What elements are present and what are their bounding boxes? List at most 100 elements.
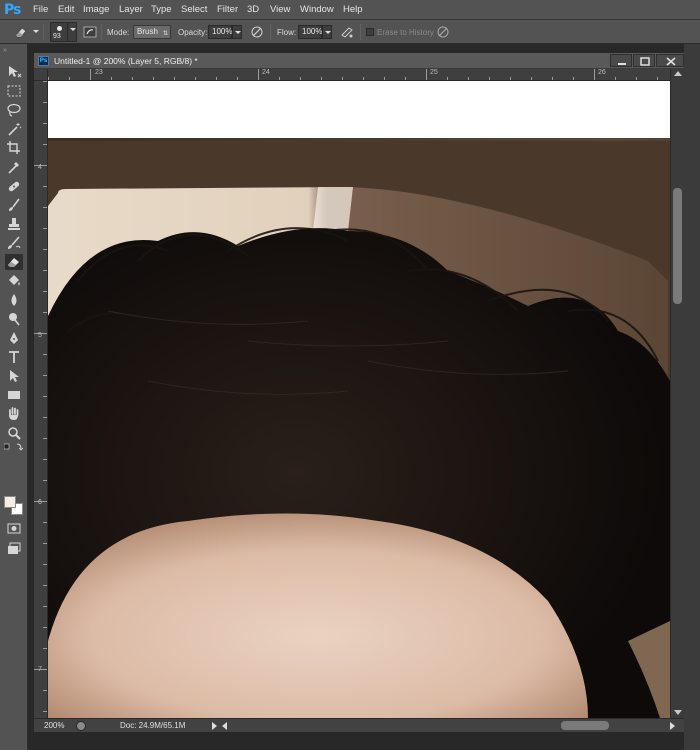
brush-size-dropdown[interactable] <box>67 22 77 42</box>
status-info-icon[interactable] <box>76 721 86 731</box>
menu-layer[interactable]: Layer <box>119 4 143 15</box>
eraser-preset-icon[interactable] <box>14 25 28 39</box>
scroll-down-arrow-icon[interactable] <box>674 710 682 715</box>
menu-edit[interactable]: Edit <box>58 4 74 15</box>
lasso-tool-icon[interactable] <box>5 102 23 118</box>
panel-dock-edge <box>684 44 700 750</box>
flow-input[interactable]: 100% <box>298 25 322 39</box>
separator <box>43 24 44 40</box>
photoshop-doc-icon: Ps <box>38 56 49 66</box>
separator <box>270 24 271 40</box>
menu-type[interactable]: Type <box>151 4 172 15</box>
opacity-label: Opacity: <box>178 28 208 37</box>
rectangle-tool-icon[interactable] <box>5 387 23 403</box>
pressure-size-icon[interactable] <box>436 25 450 39</box>
status-bar: 200% Doc: 24.9M/65.1M <box>34 718 684 732</box>
brush-panel-icon[interactable] <box>83 25 97 39</box>
history-brush-icon[interactable] <box>5 235 23 251</box>
brush-tool-icon[interactable] <box>5 197 23 213</box>
updown-icon: ⇅ <box>162 31 168 37</box>
hand-tool-icon[interactable] <box>5 406 23 422</box>
preset-dropdown-icon[interactable] <box>33 30 39 33</box>
maximize-button[interactable] <box>633 54 655 67</box>
separator <box>101 24 102 40</box>
menu-view[interactable]: View <box>270 4 290 15</box>
foreground-color-swatch[interactable] <box>4 496 16 508</box>
vertical-scroll-thumb[interactable] <box>673 188 682 304</box>
close-icon <box>666 57 676 66</box>
airbrush-icon[interactable] <box>340 25 354 39</box>
document-title: Untitled-1 @ 200% (Layer 5, RGB/8) * <box>54 56 198 66</box>
document-tab[interactable]: Ps Untitled-1 @ 200% (Layer 5, RGB/8) * <box>34 53 684 69</box>
healing-brush-icon[interactable] <box>5 178 23 194</box>
menu-3d[interactable]: 3D <box>247 4 259 15</box>
ruler-label: 5 <box>38 332 42 339</box>
app-logo: Ps <box>4 2 21 18</box>
minimize-button[interactable] <box>610 54 632 67</box>
document-size: Doc: 24.9M/65.1M <box>120 721 186 730</box>
move-tool-icon[interactable] <box>5 64 23 80</box>
paint-bucket-icon[interactable] <box>5 273 23 289</box>
close-button[interactable] <box>656 54 684 67</box>
pen-tool-icon[interactable] <box>5 330 23 346</box>
ruler-label: 7 <box>38 666 42 673</box>
dodge-tool-icon[interactable] <box>5 311 23 327</box>
brush-size-value: 93 <box>53 33 61 40</box>
flow-label: Flow: <box>277 28 297 37</box>
flow-dropdown[interactable] <box>322 25 332 39</box>
scroll-right-arrow-icon[interactable] <box>670 722 675 730</box>
scroll-up-arrow-icon[interactable] <box>674 71 682 76</box>
horizontal-ruler[interactable]: 23 24 25 26 <box>48 69 670 81</box>
brush-size-picker[interactable]: 93 <box>50 22 68 42</box>
ruler-label: 25 <box>430 69 438 76</box>
minimize-icon <box>618 63 626 65</box>
ruler-label: 6 <box>38 499 42 506</box>
menu-file[interactable]: File <box>33 4 48 15</box>
menu-window[interactable]: Window <box>300 4 334 15</box>
tools-panel: » <box>0 44 28 750</box>
menu-select[interactable]: Select <box>181 4 207 15</box>
marquee-tool-icon[interactable] <box>5 83 23 99</box>
ruler-ticks <box>34 81 47 712</box>
screen-mode-icon[interactable] <box>5 540 23 556</box>
blur-tool-icon[interactable] <box>5 292 23 308</box>
eyedropper-icon[interactable] <box>5 159 23 175</box>
menu-help[interactable]: Help <box>343 4 363 15</box>
document-canvas[interactable] <box>48 81 670 718</box>
maximize-icon <box>640 57 650 66</box>
ruler-label: 26 <box>598 69 606 76</box>
mode-select[interactable]: Brush ⇅ <box>133 25 171 39</box>
brush-tip-icon <box>57 26 62 31</box>
ruler-origin[interactable] <box>34 69 48 81</box>
flow-value: 100% <box>302 27 323 36</box>
menu-image[interactable]: Image <box>83 4 109 15</box>
vertical-ruler[interactable]: 4 5 6 7 <box>34 81 48 718</box>
swap-colors-icon[interactable] <box>3 442 24 452</box>
erase-history-checkbox[interactable] <box>366 28 374 36</box>
clone-stamp-icon[interactable] <box>5 216 23 232</box>
ruler-label: 4 <box>38 164 42 171</box>
mode-label: Mode: <box>107 28 130 37</box>
ruler-label: 23 <box>95 69 103 76</box>
menu-filter[interactable]: Filter <box>217 4 238 15</box>
status-menu-arrow-icon[interactable] <box>212 722 217 730</box>
opacity-dropdown[interactable] <box>232 25 242 39</box>
toolbar-collapse-icon[interactable]: » <box>3 47 7 54</box>
opacity-input[interactable]: 100% <box>208 25 232 39</box>
zoom-level-field[interactable]: 200% <box>44 721 64 730</box>
zoom-tool-icon[interactable] <box>5 425 23 441</box>
path-selection-icon[interactable] <box>5 368 23 384</box>
crop-tool-icon[interactable] <box>5 140 23 156</box>
pressure-opacity-icon[interactable] <box>250 25 264 39</box>
vertical-scrollbar[interactable] <box>670 69 684 718</box>
options-bar: 93 Mode: Brush ⇅ Opacity: 100% Flow: 100… <box>0 20 700 44</box>
magic-wand-icon[interactable] <box>5 121 23 137</box>
scroll-left-arrow-icon[interactable] <box>222 722 227 730</box>
ruler-ticks <box>48 69 658 80</box>
quick-mask-icon[interactable] <box>5 520 23 536</box>
opacity-value: 100% <box>212 27 233 36</box>
ruler-label: 24 <box>262 69 270 76</box>
type-tool-icon[interactable] <box>5 349 23 365</box>
horizontal-scroll-thumb[interactable] <box>561 721 609 730</box>
eraser-tool-icon[interactable] <box>5 254 23 270</box>
